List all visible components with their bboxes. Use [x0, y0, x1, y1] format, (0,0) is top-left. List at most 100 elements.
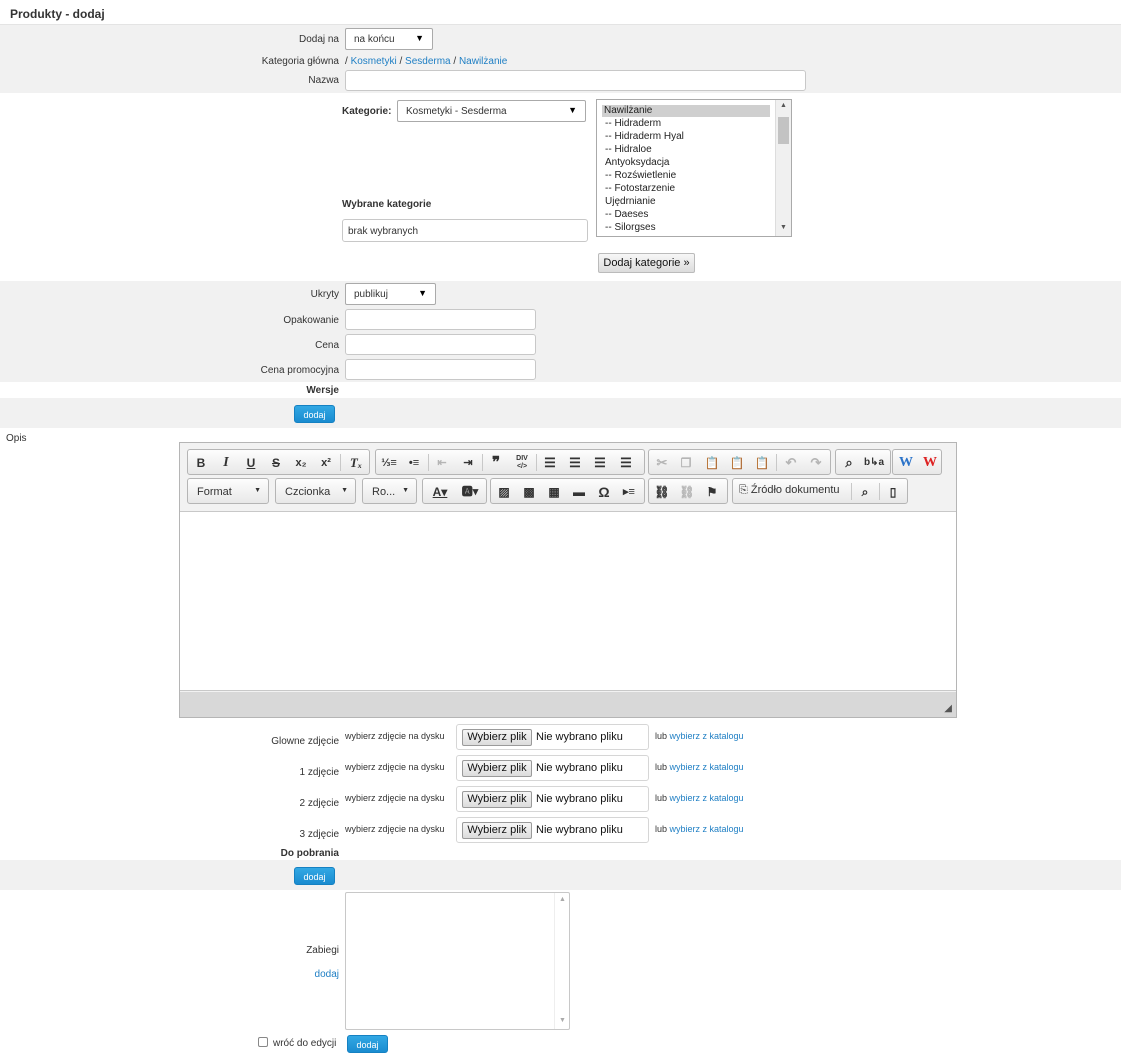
numbered-list-icon[interactable]: ⅓≡: [379, 455, 399, 471]
scroll-down-icon[interactable]: ▼: [780, 224, 787, 231]
horizontal-line-icon[interactable]: ▬: [569, 484, 589, 500]
paste-icon[interactable]: 📋: [702, 455, 722, 471]
preview-icon[interactable]: ⌕: [855, 484, 875, 500]
cena-input[interactable]: [345, 334, 536, 355]
scroll-up-icon[interactable]: ▲: [780, 102, 787, 109]
word-clean-icon[interactable]: W: [920, 455, 940, 471]
catalog-link[interactable]: wybierz z katalogu: [670, 793, 744, 803]
italic-icon[interactable]: I: [216, 455, 236, 471]
do-pobrania-add-button[interactable]: dodaj: [294, 867, 335, 885]
page-break-icon[interactable]: ▸≡: [619, 484, 639, 500]
file-input-3[interactable]: Wybierz plik Nie wybrano pliku: [456, 817, 649, 843]
strikethrough-icon[interactable]: S: [266, 455, 286, 471]
wersje-add-button[interactable]: dodaj: [294, 405, 335, 423]
flash-icon[interactable]: ▩: [519, 484, 539, 500]
font-combo[interactable]: Czcionka ▼: [275, 478, 356, 504]
dodaj-na-select[interactable]: na końcu ▼: [345, 28, 433, 50]
text-color-icon[interactable]: A▾: [426, 484, 454, 500]
undo-icon[interactable]: ↶: [781, 455, 801, 471]
word-paste-icon[interactable]: W: [896, 455, 916, 471]
file-input-1[interactable]: Wybierz plik Nie wybrano pliku: [456, 755, 649, 781]
zabiegi-add-link[interactable]: dodaj: [200, 969, 339, 980]
breadcrumb-nawilzanie[interactable]: Nawilżanie: [459, 56, 507, 67]
resize-grip-icon[interactable]: ◢: [944, 703, 952, 714]
choose-file-button[interactable]: Wybierz plik: [462, 760, 532, 777]
zabiegi-textarea[interactable]: ▲ ▼: [345, 892, 570, 1030]
div-container-icon[interactable]: DIV </>: [512, 455, 532, 471]
subscript-icon[interactable]: x₂: [291, 455, 311, 471]
indent-icon[interactable]: ⇥: [458, 455, 478, 471]
list-item[interactable]: -- Hidraderm: [605, 118, 661, 129]
list-item[interactable]: -- Hidraderm Hyal: [605, 131, 684, 142]
bg-color-icon[interactable]: 🅰▾: [456, 484, 484, 500]
file-input-2[interactable]: Wybierz plik Nie wybrano pliku: [456, 786, 649, 812]
anchor-flag-icon[interactable]: ⚑: [702, 484, 722, 500]
underline-icon[interactable]: U: [241, 455, 261, 471]
kategoria-glowna-label: Kategoria główna: [261, 56, 339, 67]
special-char-icon[interactable]: Ω: [594, 484, 614, 500]
ukryty-select[interactable]: publikuj ▼: [345, 283, 436, 305]
chevron-down-icon: ▼: [415, 33, 424, 43]
link-icon[interactable]: ⛓: [652, 484, 672, 500]
scroll-up-icon[interactable]: ▲: [559, 896, 566, 903]
cena-promocyjna-input[interactable]: [345, 359, 536, 380]
catalog-link[interactable]: wybierz z katalogu: [670, 762, 744, 772]
opis-label: Opis: [6, 433, 27, 444]
choose-file-button[interactable]: Wybierz plik: [462, 791, 532, 808]
size-combo[interactable]: Ro... ▼: [362, 478, 417, 504]
wybrane-kategorie-heading: Wybrane kategorie: [342, 199, 432, 210]
textarea-scrollbar[interactable]: ▲ ▼: [554, 893, 569, 1029]
image-icon[interactable]: ▨: [494, 484, 514, 500]
bold-icon[interactable]: B: [191, 455, 211, 471]
submit-button[interactable]: dodaj: [347, 1035, 388, 1053]
superscript-icon[interactable]: x²: [316, 455, 336, 471]
list-item[interactable]: Nawilżanie: [604, 105, 652, 116]
align-right-icon[interactable]: ☰: [590, 455, 610, 471]
scrollbar-thumb[interactable]: [778, 117, 789, 144]
align-center-icon[interactable]: ☰: [565, 455, 585, 471]
editor-content-area[interactable]: [180, 511, 956, 691]
list-item[interactable]: -- Silorgses: [605, 222, 656, 233]
replace-icon[interactable]: b↳a: [864, 455, 884, 471]
maximize-icon[interactable]: ▯: [883, 484, 903, 500]
remove-format-icon[interactable]: Tₓ: [346, 455, 366, 471]
chevron-down-icon: ▼: [402, 487, 409, 494]
category-listbox[interactable]: Nawilżanie -- Hidraderm -- Hidraderm Hya…: [596, 99, 792, 237]
align-left-icon[interactable]: ☰: [540, 455, 560, 471]
kategorie-select[interactable]: Kosmetyki - Sesderma ▼: [397, 100, 586, 122]
opakowanie-input[interactable]: [345, 309, 536, 330]
copy-icon[interactable]: ❐: [676, 455, 696, 471]
paste-text-icon[interactable]: 📋: [727, 455, 747, 471]
outdent-icon[interactable]: ⇤: [432, 455, 452, 471]
list-item[interactable]: -- Rozświetlenie: [605, 170, 676, 181]
editor-statusbar: ◢: [180, 692, 956, 717]
table-icon[interactable]: ▦: [544, 484, 564, 500]
listbox-scrollbar[interactable]: ▲ ▼: [775, 100, 791, 236]
blockquote-icon[interactable]: ❞: [486, 455, 506, 471]
list-item[interactable]: -- Hidraloe: [605, 144, 652, 155]
paste-word-icon[interactable]: 📋: [752, 455, 772, 471]
unlink-icon[interactable]: ⛓: [677, 484, 697, 500]
list-item[interactable]: -- Fotostarzenie: [605, 183, 675, 194]
format-combo[interactable]: Format ▼: [187, 478, 269, 504]
search-icon[interactable]: ⌕: [839, 455, 859, 471]
list-item[interactable]: Ujędrnianie: [605, 196, 656, 207]
catalog-link[interactable]: wybierz z katalogu: [670, 731, 744, 741]
redo-icon[interactable]: ↷: [806, 455, 826, 471]
dodaj-kategorie-button[interactable]: Dodaj kategorie »: [598, 253, 695, 273]
bulleted-list-icon[interactable]: •≡: [404, 455, 424, 471]
choose-file-button[interactable]: Wybierz plik: [462, 822, 532, 839]
back-to-edit-checkbox[interactable]: [258, 1037, 268, 1047]
nazwa-input[interactable]: [345, 70, 806, 91]
scroll-down-icon[interactable]: ▼: [559, 1017, 566, 1024]
breadcrumb-kosmetyki[interactable]: Kosmetyki: [351, 56, 397, 67]
source-button[interactable]: ⎘ Źródło dokumentu: [739, 484, 840, 497]
breadcrumb-sesderma[interactable]: Sesderma: [405, 56, 451, 67]
align-justify-icon[interactable]: ☰: [616, 455, 636, 471]
cut-icon[interactable]: ✂: [652, 455, 672, 471]
list-item[interactable]: Antyoksydacja: [605, 157, 669, 168]
file-input-main[interactable]: Wybierz plik Nie wybrano pliku: [456, 724, 649, 750]
choose-file-button[interactable]: Wybierz plik: [462, 729, 532, 746]
catalog-link[interactable]: wybierz z katalogu: [670, 824, 744, 834]
list-item[interactable]: -- Daeses: [605, 209, 648, 220]
